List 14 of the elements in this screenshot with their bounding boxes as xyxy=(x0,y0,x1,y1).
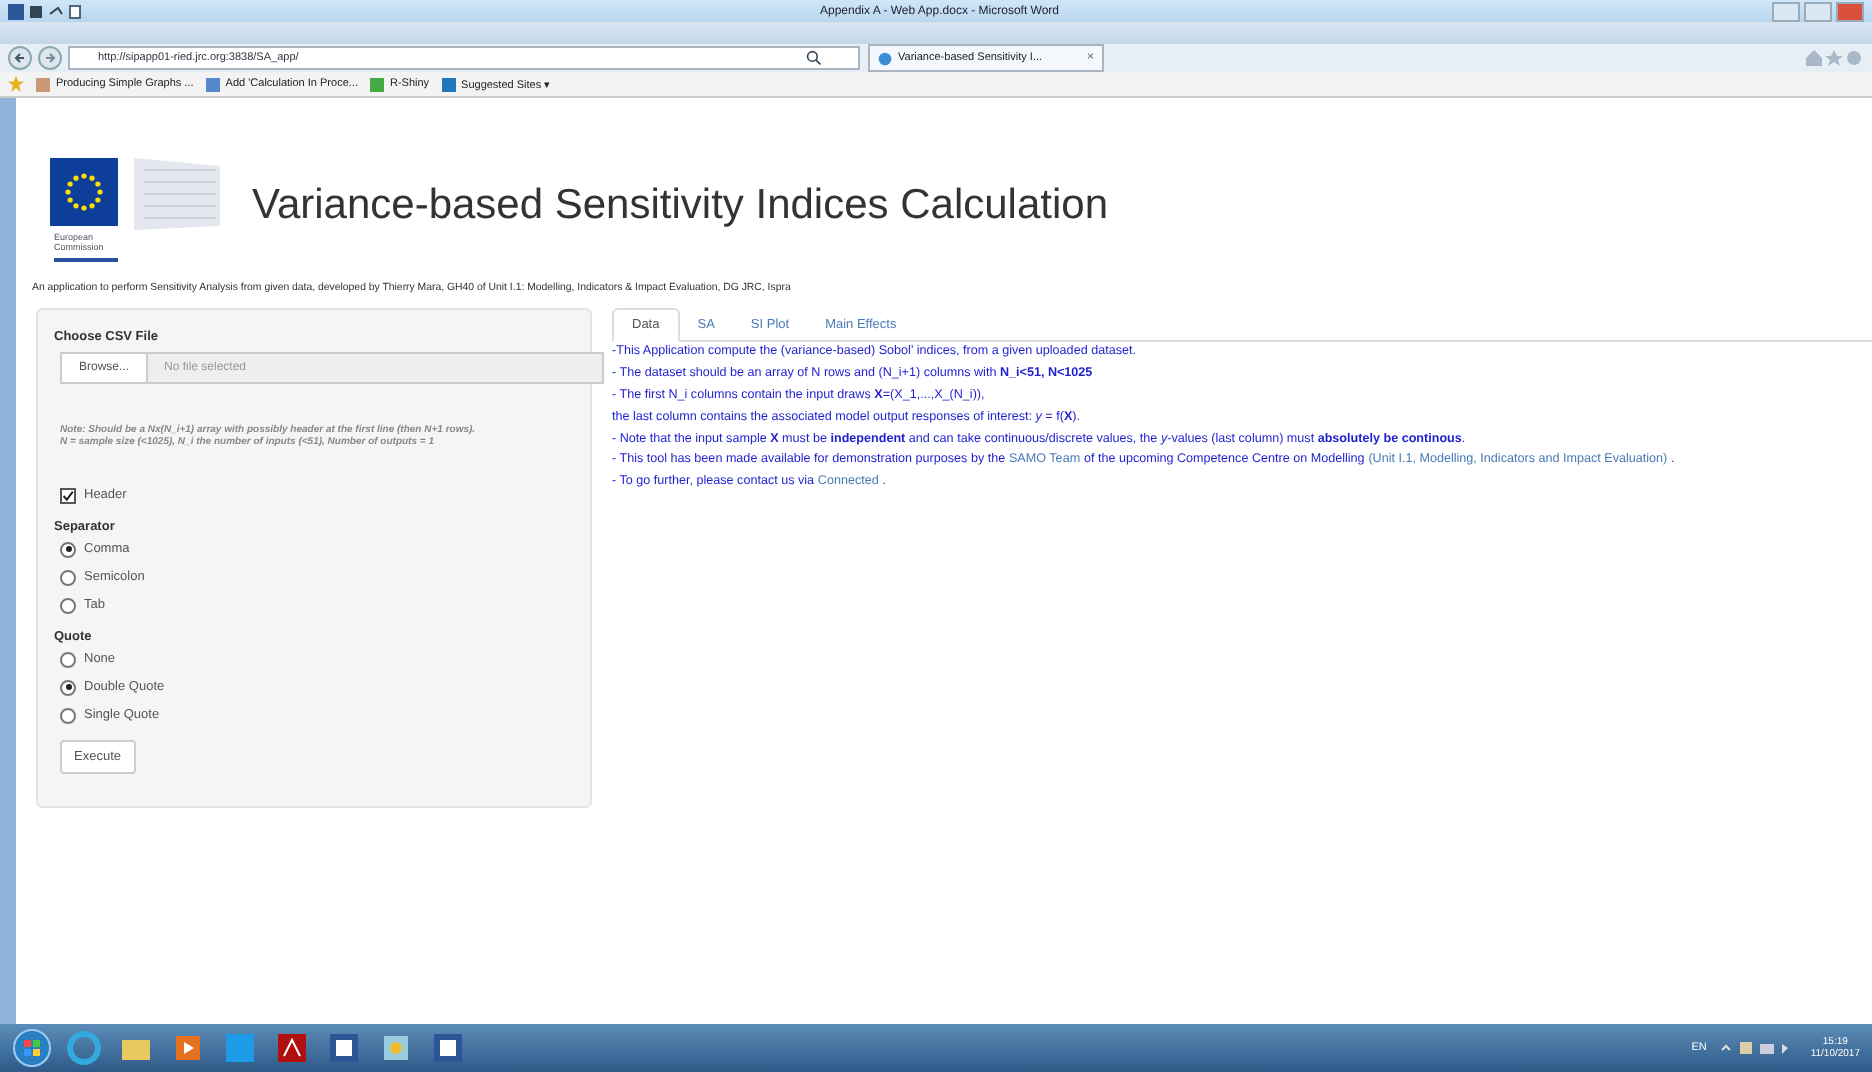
radio-button[interactable] xyxy=(60,541,76,558)
radio-button[interactable] xyxy=(60,597,76,614)
radio-button[interactable] xyxy=(60,679,76,696)
radio-button[interactable] xyxy=(60,707,76,724)
forward-icon[interactable] xyxy=(38,46,62,70)
search-icon[interactable] xyxy=(806,50,822,66)
back-icon[interactable] xyxy=(8,46,32,70)
close-button[interactable] xyxy=(1836,1,1864,21)
radio-button[interactable] xyxy=(60,651,76,668)
start-button[interactable] xyxy=(12,1028,52,1068)
checkbox[interactable] xyxy=(60,487,76,504)
radio-button[interactable] xyxy=(60,569,76,586)
page-title: Variance-based Sensitivity Indices Calculation xyxy=(252,182,1108,230)
star-icon[interactable] xyxy=(8,76,24,92)
